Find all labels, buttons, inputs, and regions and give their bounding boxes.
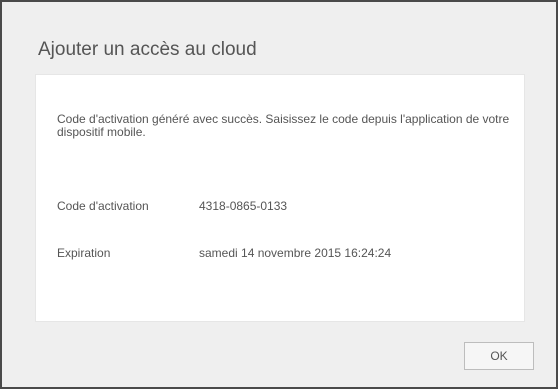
activation-code-label: Code d'activation	[57, 199, 149, 213]
success-message: Code d'activation généré avec succès. Sa…	[57, 112, 510, 139]
expiration-value: samedi 14 novembre 2015 16:24:24	[199, 246, 392, 260]
expiration-label: Expiration	[57, 246, 111, 260]
dialog-title: Ajouter un accès au cloud	[38, 39, 257, 60]
cloud-access-dialog: Ajouter un accès au cloud Code d'activat…	[0, 0, 558, 389]
activation-code-value: 4318-0865-0133	[199, 199, 288, 213]
ok-button[interactable]: OK	[464, 342, 534, 370]
dialog-content-panel: Code d'activation généré avec succès. Sa…	[35, 74, 525, 322]
